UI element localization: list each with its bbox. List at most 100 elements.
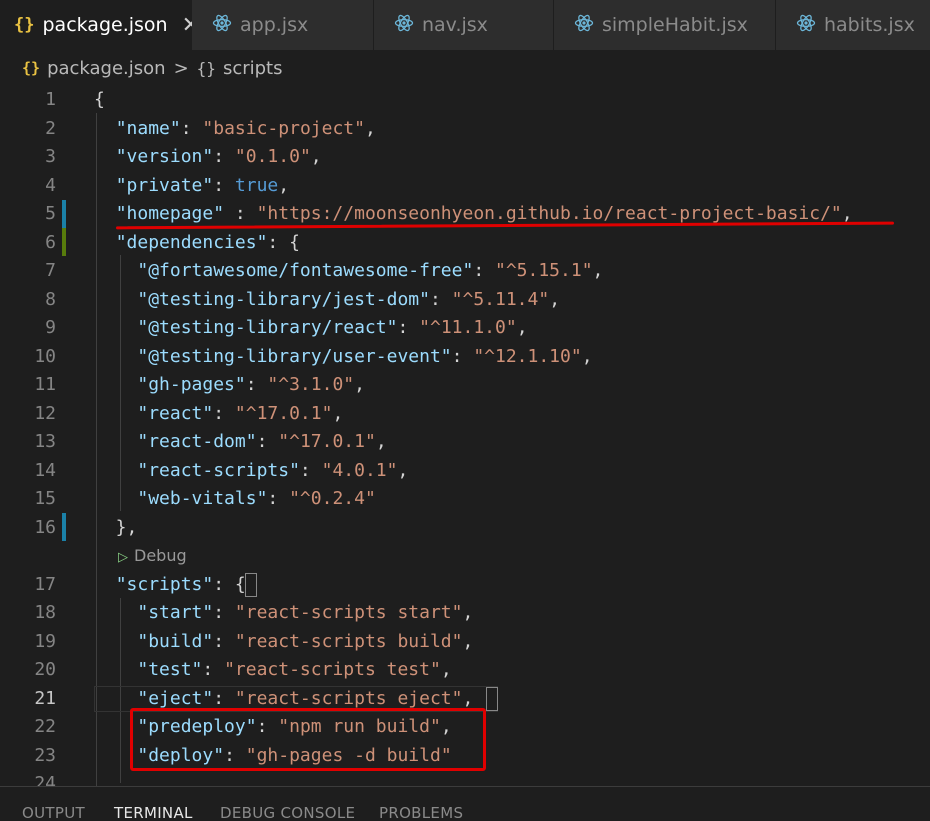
code-text: }, (94, 514, 138, 542)
code-line[interactable]: 12 "react": "^17.0.1", (0, 400, 930, 428)
breadcrumb-separator: > (173, 57, 189, 79)
punctuation: : (256, 431, 279, 452)
debug-codelens[interactable]: ▷ Debug (118, 542, 187, 572)
punctuation: : (451, 345, 474, 367)
tab-nav-jsx[interactable]: nav.jsx (374, 0, 554, 50)
punctuation: : (473, 260, 495, 281)
breadcrumb-file-label: package.json (47, 57, 166, 79)
punctuation: , (332, 402, 344, 424)
line-number: 11 (34, 374, 56, 395)
punctuation (94, 374, 137, 395)
punctuation: , (841, 203, 853, 224)
code-line[interactable]: 24 (0, 770, 930, 786)
tab-simplehabit-jsx[interactable]: simpleHabit.jsx (554, 0, 776, 50)
code-text: "private": true, (94, 172, 289, 200)
react-icon (212, 13, 232, 38)
code-line[interactable]: 6 "dependencies": { (0, 229, 930, 257)
code-line[interactable]: 10 "@testing-library/user-event": "^12.1… (0, 343, 930, 371)
code-text: "@testing-library/jest-dom": "^5.11.4", (94, 286, 560, 314)
punctuation: , (516, 317, 528, 338)
code-text: "name": "basic-project", (94, 115, 376, 143)
breadcrumb-file[interactable]: {} package.json (22, 58, 166, 79)
code-text: "react-dom": "^17.0.1", (94, 428, 386, 456)
code-line[interactable]: 15 "web-vitals": "^0.2.4" (0, 485, 930, 513)
codelens-row[interactable]: ▷ Debug (0, 542, 930, 570)
code-line[interactable]: 20 "test": "react-scripts test", (0, 656, 930, 684)
bracket-match-highlight (245, 572, 257, 597)
code-line[interactable]: 3 "version": "0.1.0", (0, 143, 930, 171)
code-line[interactable]: 9 "@testing-library/react": "^11.1.0", (0, 314, 930, 342)
tab-problems[interactable]: PROBLEMS (379, 804, 463, 821)
json-string: "^11.1.0" (419, 317, 517, 338)
json-key: "homepage" (115, 203, 225, 224)
json-string: "^17.0.1" (234, 402, 333, 424)
line-number: 7 (45, 260, 56, 281)
tab-terminal[interactable]: TERMINAL (114, 804, 193, 821)
json-key: "react-dom" (137, 431, 257, 452)
line-number: 20 (34, 659, 56, 680)
annotation-box (130, 708, 486, 771)
code-text: "@testing-library/user-event": "^12.1.10… (94, 343, 592, 371)
code-line[interactable]: 14 "react-scripts": "4.0.1", (0, 457, 930, 485)
tab-debug-console[interactable]: DEBUG CONSOLE (220, 804, 355, 821)
punctuation (94, 175, 116, 196)
punctuation (94, 203, 116, 224)
json-key: "name" (115, 117, 181, 139)
code-line[interactable]: 4 "private": true, (0, 172, 930, 200)
punctuation: : (213, 630, 235, 652)
line-number: 16 (34, 516, 56, 538)
code-editor[interactable]: 1{2 "name": "basic-project", 3 "version":… (0, 86, 930, 786)
line-number: 19 (34, 630, 56, 652)
codelens-label: Debug (134, 546, 187, 565)
code-line[interactable]: 16 }, (0, 514, 930, 542)
code-text: "@testing-library/react": "^11.1.0", (94, 314, 528, 342)
punctuation: { (94, 89, 105, 110)
punctuation: , (310, 146, 322, 167)
code-line[interactable]: 7 "@fortawesome/fontawesome-free": "^5.1… (0, 257, 930, 285)
json-key: "react" (137, 402, 214, 424)
punctuation: , (397, 459, 409, 481)
json-key: "@fortawesome/fontawesome-free" (137, 260, 474, 281)
tab-output[interactable]: OUTPUT (22, 804, 85, 821)
code-line[interactable]: 13 "react-dom": "^17.0.1", (0, 428, 930, 456)
tab-package-json[interactable]: {} package.json ✕ (0, 0, 200, 50)
braces-icon: {} (22, 59, 41, 77)
json-string: "basic-project" (202, 117, 365, 139)
line-number: 6 (45, 231, 56, 253)
code-text: "react": "^17.0.1", (94, 400, 343, 428)
punctuation (94, 631, 137, 652)
line-number: 8 (45, 288, 56, 310)
tab-habits-jsx[interactable]: habits.jsx (776, 0, 930, 50)
line-number: 15 (34, 488, 56, 509)
breadcrumb-symbol[interactable]: {} scripts (197, 58, 283, 79)
code-line[interactable]: 8 "@testing-library/jest-dom": "^5.11.4"… (0, 286, 930, 314)
breadcrumb: {} package.json > {} scripts (0, 50, 930, 86)
json-key: "build" (137, 630, 214, 652)
code-text: "dependencies": { (94, 229, 300, 257)
punctuation: : { (213, 573, 246, 595)
punctuation (94, 346, 137, 367)
code-line[interactable]: 18 "start": "react-scripts start", (0, 599, 930, 627)
punctuation (94, 602, 137, 623)
punctuation (94, 659, 137, 680)
json-key: "@testing-library/react" (137, 317, 398, 338)
code-line[interactable]: 19 "build": "react-scripts build", (0, 628, 930, 656)
line-number: 5 (45, 203, 56, 224)
line-number: 4 (45, 174, 56, 196)
code-line[interactable]: 2 "name": "basic-project", (0, 115, 930, 143)
json-key: "private" (115, 174, 214, 196)
code-line[interactable]: 11 "gh-pages": "^3.1.0", (0, 371, 930, 399)
punctuation (94, 260, 137, 281)
punctuation: : (245, 374, 268, 395)
panel-tab-bar: OUTPUT TERMINAL DEBUG CONSOLE PROBLEMS (0, 786, 930, 821)
react-icon (394, 13, 414, 38)
tab-app-jsx[interactable]: app.jsx (192, 0, 374, 50)
code-line[interactable]: 1{ (0, 86, 930, 114)
bracket-match-highlight (486, 686, 498, 711)
code-line[interactable]: 17 "scripts": { (0, 571, 930, 599)
punctuation: }, (94, 516, 138, 538)
punctuation (94, 146, 116, 167)
object-icon: {} (196, 58, 216, 78)
punctuation (94, 317, 137, 338)
line-number: 10 (34, 345, 56, 367)
